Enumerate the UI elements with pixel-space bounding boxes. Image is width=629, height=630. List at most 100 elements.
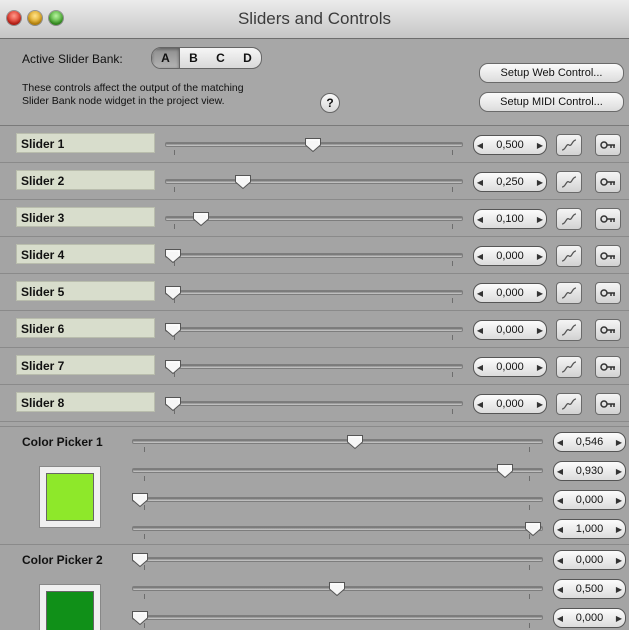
bank-a-button[interactable]: A xyxy=(152,48,180,68)
right-arrow-icon[interactable]: ▶ xyxy=(613,614,625,623)
color-channel-slider-track[interactable] xyxy=(132,497,543,502)
right-arrow-icon[interactable]: ▶ xyxy=(534,141,546,150)
slider-thumb[interactable] xyxy=(164,248,182,264)
right-arrow-icon[interactable]: ▶ xyxy=(534,289,546,298)
curve-button[interactable] xyxy=(556,282,582,304)
slider-value-stepper[interactable]: ◀ 0,250 ▶ xyxy=(473,172,547,192)
curve-button[interactable] xyxy=(556,356,582,378)
key-button[interactable] xyxy=(595,245,621,267)
right-arrow-icon[interactable]: ▶ xyxy=(534,178,546,187)
help-button[interactable]: ? xyxy=(320,93,340,113)
right-arrow-icon[interactable]: ▶ xyxy=(613,585,625,594)
left-arrow-icon[interactable]: ◀ xyxy=(554,525,566,534)
left-arrow-icon[interactable]: ◀ xyxy=(474,289,486,298)
right-arrow-icon[interactable]: ▶ xyxy=(613,556,625,565)
color-channel-value-stepper[interactable]: ◀ 0,546 ▶ xyxy=(553,432,626,452)
left-arrow-icon[interactable]: ◀ xyxy=(474,215,486,224)
color-channel-value-stepper[interactable]: ◀ 0,930 ▶ xyxy=(553,461,626,481)
key-button[interactable] xyxy=(595,356,621,378)
bank-c-button[interactable]: C xyxy=(207,48,234,68)
bank-b-button[interactable]: B xyxy=(180,48,207,68)
color-channel-value-stepper[interactable]: ◀ 0,000 ▶ xyxy=(553,608,626,628)
slider-thumb[interactable] xyxy=(164,396,182,412)
left-arrow-icon[interactable]: ◀ xyxy=(554,467,566,476)
slider-thumb[interactable] xyxy=(192,211,210,227)
right-arrow-icon[interactable]: ▶ xyxy=(534,363,546,372)
color-channel-value-stepper[interactable]: ◀ 0,000 ▶ xyxy=(553,490,626,510)
left-arrow-icon[interactable]: ◀ xyxy=(474,363,486,372)
left-arrow-icon[interactable]: ◀ xyxy=(554,438,566,447)
left-arrow-icon[interactable]: ◀ xyxy=(474,178,486,187)
color-swatch-frame[interactable] xyxy=(39,584,101,630)
slider-thumb[interactable] xyxy=(234,174,252,190)
slider-track[interactable] xyxy=(165,401,463,406)
curve-button[interactable] xyxy=(556,134,582,156)
right-arrow-icon[interactable]: ▶ xyxy=(534,326,546,335)
slider-track[interactable] xyxy=(165,327,463,332)
slider-track[interactable] xyxy=(165,290,463,295)
key-button[interactable] xyxy=(595,282,621,304)
curve-button[interactable] xyxy=(556,171,582,193)
slider-name[interactable]: Slider 6 xyxy=(16,318,155,338)
color-channel-slider-thumb[interactable] xyxy=(346,434,364,450)
slider-name[interactable]: Slider 7 xyxy=(16,355,155,375)
curve-button[interactable] xyxy=(556,319,582,341)
color-channel-slider-thumb[interactable] xyxy=(131,552,149,568)
right-arrow-icon[interactable]: ▶ xyxy=(613,525,625,534)
color-channel-slider-thumb[interactable] xyxy=(131,492,149,508)
right-arrow-icon[interactable]: ▶ xyxy=(613,438,625,447)
right-arrow-icon[interactable]: ▶ xyxy=(613,467,625,476)
slider-thumb[interactable] xyxy=(304,137,322,153)
left-arrow-icon[interactable]: ◀ xyxy=(554,585,566,594)
right-arrow-icon[interactable]: ▶ xyxy=(613,496,625,505)
slider-track[interactable] xyxy=(165,364,463,369)
right-arrow-icon[interactable]: ▶ xyxy=(534,400,546,409)
color-channel-slider-track[interactable] xyxy=(132,439,543,444)
bank-d-button[interactable]: D xyxy=(234,48,261,68)
right-arrow-icon[interactable]: ▶ xyxy=(534,215,546,224)
slider-name[interactable]: Slider 2 xyxy=(16,170,155,190)
key-button[interactable] xyxy=(595,134,621,156)
color-channel-slider-track[interactable] xyxy=(132,557,543,562)
color-channel-slider-track[interactable] xyxy=(132,615,543,620)
color-channel-value-stepper[interactable]: ◀ 0,500 ▶ xyxy=(553,579,626,599)
setup-web-control-button[interactable]: Setup Web Control... xyxy=(479,63,624,83)
slider-name[interactable]: Slider 8 xyxy=(16,392,155,412)
slider-value-stepper[interactable]: ◀ 0,000 ▶ xyxy=(473,394,547,414)
key-button[interactable] xyxy=(595,319,621,341)
slider-thumb[interactable] xyxy=(164,285,182,301)
color-channel-slider-thumb[interactable] xyxy=(524,521,542,537)
color-channel-slider-thumb[interactable] xyxy=(496,463,514,479)
color-channel-slider-track[interactable] xyxy=(132,468,543,473)
curve-button[interactable] xyxy=(556,245,582,267)
color-channel-slider-thumb[interactable] xyxy=(328,581,346,597)
left-arrow-icon[interactable]: ◀ xyxy=(474,252,486,261)
left-arrow-icon[interactable]: ◀ xyxy=(474,400,486,409)
left-arrow-icon[interactable]: ◀ xyxy=(554,496,566,505)
left-arrow-icon[interactable]: ◀ xyxy=(554,556,566,565)
curve-button[interactable] xyxy=(556,208,582,230)
key-button[interactable] xyxy=(595,393,621,415)
slider-value-stepper[interactable]: ◀ 0,100 ▶ xyxy=(473,209,547,229)
key-button[interactable] xyxy=(595,208,621,230)
left-arrow-icon[interactable]: ◀ xyxy=(554,614,566,623)
color-channel-slider-track[interactable] xyxy=(132,526,543,531)
color-channel-value-stepper[interactable]: ◀ 0,000 ▶ xyxy=(553,550,626,570)
slider-value-stepper[interactable]: ◀ 0,000 ▶ xyxy=(473,283,547,303)
slider-value-stepper[interactable]: ◀ 0,000 ▶ xyxy=(473,320,547,340)
left-arrow-icon[interactable]: ◀ xyxy=(474,141,486,150)
slider-name[interactable]: Slider 1 xyxy=(16,133,155,153)
color-channel-value-stepper[interactable]: ◀ 1,000 ▶ xyxy=(553,519,626,539)
slider-track[interactable] xyxy=(165,179,463,184)
left-arrow-icon[interactable]: ◀ xyxy=(474,326,486,335)
slider-value-stepper[interactable]: ◀ 0,500 ▶ xyxy=(473,135,547,155)
color-channel-slider-thumb[interactable] xyxy=(131,610,149,626)
slider-name[interactable]: Slider 4 xyxy=(16,244,155,264)
curve-button[interactable] xyxy=(556,393,582,415)
slider-name[interactable]: Slider 5 xyxy=(16,281,155,301)
right-arrow-icon[interactable]: ▶ xyxy=(534,252,546,261)
slider-value-stepper[interactable]: ◀ 0,000 ▶ xyxy=(473,246,547,266)
slider-track[interactable] xyxy=(165,253,463,258)
slider-thumb[interactable] xyxy=(164,322,182,338)
color-swatch-frame[interactable] xyxy=(39,466,101,528)
